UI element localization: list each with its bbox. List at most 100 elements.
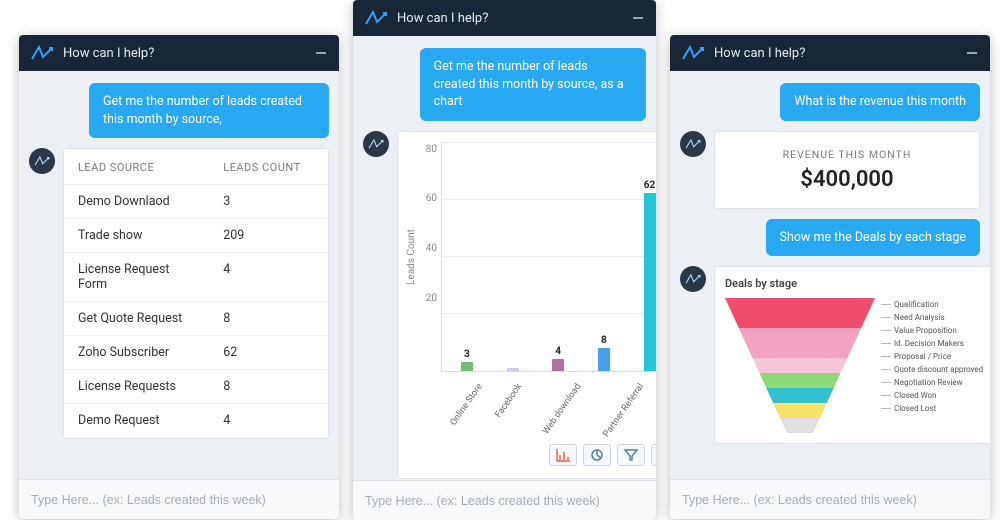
bar-value-label: 8 <box>601 335 607 346</box>
cell-source: Demo Downlaod <box>64 185 209 219</box>
bar <box>644 193 656 370</box>
cell-source: Demo Request <box>64 404 209 438</box>
bot-response-row: Deals by stage Qualification Need Analysi… <box>680 266 980 444</box>
input-area <box>353 480 656 520</box>
titlebar: How can I help? <box>670 35 990 71</box>
cell-source: Zoho Subscriber <box>64 336 209 370</box>
zia-logo-icon <box>680 43 706 63</box>
minimize-button[interactable] <box>964 45 980 61</box>
minimize-button[interactable] <box>630 10 646 26</box>
bar <box>507 368 519 370</box>
funnel-slice <box>725 298 875 313</box>
bar-column: 8 <box>581 142 627 371</box>
bar <box>461 362 473 371</box>
cell-source: Get Quote Request <box>64 302 209 336</box>
cell-count: 3 <box>209 185 328 219</box>
zia-logo-icon <box>29 43 55 63</box>
bot-response-row: Leads Count 80 60 40 20 348628496 <box>363 131 646 479</box>
table-row: Demo Request4 <box>64 404 328 438</box>
funnel-title: Deals by stage <box>725 277 983 290</box>
cell-source: Trade show <box>64 219 209 253</box>
user-message: Show me the Deals by each stage <box>766 219 980 257</box>
y-axis-ticks: 80 60 40 20 <box>419 142 441 372</box>
header-title: How can I help? <box>714 46 805 61</box>
chat-panel-chart: How can I help? Get me the number of lea… <box>353 0 656 520</box>
table-row: License Requests8 <box>64 370 328 404</box>
col-header-source: LEAD SOURCE <box>64 149 209 185</box>
funnel-legend: Qualification Need Analysis Value Proposit… <box>881 298 983 413</box>
input-area <box>19 479 339 519</box>
revenue-label: REVENUE THIS MONTH <box>725 148 969 161</box>
table-row: Get Quote Request8 <box>64 302 328 336</box>
leads-chart-card: Leads Count 80 60 40 20 348628496 <box>397 131 656 479</box>
titlebar: How can I help? <box>19 35 339 71</box>
legend-label: Closed Won <box>894 391 937 400</box>
legend-item: Quote discount approved <box>881 365 983 374</box>
y-axis-label: Leads Count <box>404 142 419 372</box>
legend-item: Closed Won <box>881 391 983 400</box>
titlebar: How can I help? <box>353 0 656 36</box>
cell-count: 209 <box>209 219 328 253</box>
legend-item: Closed Lost <box>881 404 983 413</box>
leads-table-card: LEAD SOURCE LEADS COUNT Demo Downlaod3Tr… <box>63 148 329 439</box>
zia-avatar-icon <box>680 131 706 157</box>
legend-label: Quote discount approved <box>894 365 983 374</box>
zia-logo-icon <box>363 8 389 28</box>
legend-label: Proposal / Price <box>894 352 951 361</box>
chat-body: Get me the number of leads created this … <box>19 71 339 479</box>
legend-label: Qualification <box>894 300 939 309</box>
table-row: License Request Form4 <box>64 253 328 302</box>
bar-column: 4 <box>535 142 581 371</box>
zia-avatar-icon <box>363 131 389 157</box>
funnel-slice <box>759 373 840 388</box>
cell-count: 4 <box>209 253 328 302</box>
bot-response-row: REVENUE THIS MONTH $400,000 <box>680 131 980 209</box>
cell-count: 8 <box>209 370 328 404</box>
chart-plot-area: 348628496 <box>441 142 656 372</box>
bot-response-row: LEAD SOURCE LEADS COUNT Demo Downlaod3Tr… <box>29 148 329 439</box>
header-title: How can I help? <box>397 11 488 26</box>
legend-label: Value Proposition <box>894 326 957 335</box>
chat-input[interactable] <box>365 494 644 508</box>
chat-input[interactable] <box>31 493 327 507</box>
legend-item: Qualification <box>881 300 983 309</box>
bar <box>552 359 564 370</box>
funnel-slice <box>732 313 868 328</box>
user-message: Get me the number of leads created this … <box>420 48 646 121</box>
bar-chart: Leads Count 80 60 40 20 348628496 <box>404 142 656 372</box>
funnel-slice <box>753 358 848 373</box>
revenue-card: REVENUE THIS MONTH $400,000 <box>714 131 980 209</box>
zia-avatar-icon <box>29 148 55 174</box>
bar-value-label: 4 <box>555 346 561 357</box>
cell-count: 4 <box>209 404 328 438</box>
input-area <box>670 479 990 519</box>
funnel-slice <box>739 328 861 343</box>
chat-body: Get me the number of leads created this … <box>353 36 656 480</box>
legend-item: Negotiation Review <box>881 378 983 387</box>
table-row: Trade show209 <box>64 219 328 253</box>
table-row: Demo Downlaod3 <box>64 185 328 219</box>
bar-value-label: 3 <box>464 349 470 360</box>
header-title: How can I help? <box>63 46 154 61</box>
chat-body: What is the revenue this month REVENUE T… <box>670 71 990 479</box>
x-axis-ticks: Online StoreFacebookWeb downloadPartner … <box>432 376 656 432</box>
bar-value-label: 62 <box>644 180 655 191</box>
funnel-slice <box>766 388 833 403</box>
chat-panel-revenue: How can I help? What is the revenue this… <box>670 35 990 519</box>
chat-input[interactable] <box>682 493 978 507</box>
bar <box>598 348 610 371</box>
legend-item: Value Proposition <box>881 326 983 335</box>
minimize-button[interactable] <box>313 45 329 61</box>
user-message: What is the revenue this month <box>780 83 980 121</box>
leads-table: LEAD SOURCE LEADS COUNT Demo Downlaod3Tr… <box>64 149 328 438</box>
legend-label: Id. Decision Makers <box>894 339 964 348</box>
funnel-slice <box>780 418 820 433</box>
legend-item: Id. Decision Makers <box>881 339 983 348</box>
funnel-slice <box>746 343 855 358</box>
legend-item: Need Analysis <box>881 313 983 322</box>
cell-count: 62 <box>209 336 328 370</box>
funnel-slice <box>773 403 827 418</box>
table-row: Zoho Subscriber62 <box>64 336 328 370</box>
cell-count: 8 <box>209 302 328 336</box>
chat-panel-table: How can I help? Get me the number of lea… <box>19 35 339 519</box>
